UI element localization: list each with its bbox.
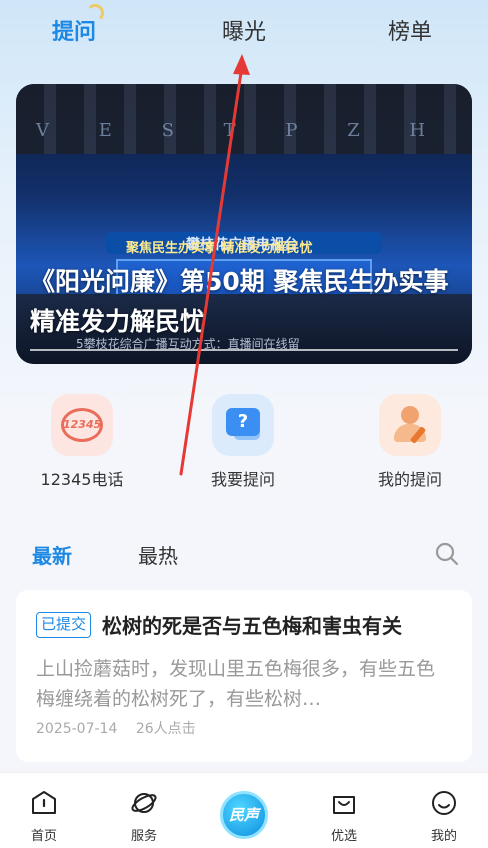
top-tab-bar: 提问 曝光 榜单 (0, 0, 488, 60)
stage-lights (16, 84, 472, 154)
tab-latest[interactable]: 最新 (32, 540, 72, 569)
question-meta: 2025-07-14 26人点击 (36, 718, 210, 738)
list-tab-bar: 最新 最热 (0, 536, 488, 576)
status-badge: 已提交 (36, 612, 92, 638)
shopping-bag-icon (333, 796, 355, 814)
quick-actions: 12345 12345电话 ? 我要提问 我的提问 (0, 394, 488, 494)
smile-face-icon (432, 791, 456, 815)
stage-screen-text: 聚焦民生办实事 精准发力解民忧 (126, 241, 313, 256)
sun-decoration-icon (86, 4, 104, 22)
action-ask-question[interactable]: ? 我要提问 (183, 394, 303, 490)
action-my-questions[interactable]: 我的提问 (350, 394, 470, 490)
nav-label: 服务 (130, 829, 157, 844)
nav-home[interactable]: 首页 (14, 789, 74, 844)
search-icon[interactable] (434, 541, 460, 567)
action-label: 12345电话 (40, 470, 124, 489)
user-edit-icon (379, 394, 441, 456)
banner-progress-line (30, 349, 458, 351)
bottom-nav: 首页 服务 民声 优选 我的 (0, 772, 488, 848)
question-clicks: 26人点击 (135, 721, 196, 737)
question-excerpt: 上山捡蘑菇时，发现山里五色梅很多，有些五色梅缠绕着的松树死了，有些松树… (36, 658, 436, 710)
phone-12345-icon: 12345 (51, 394, 113, 456)
home-icon (32, 791, 56, 814)
planet-icon (131, 793, 157, 813)
nav-service[interactable]: 服务 (114, 789, 174, 844)
nav-select[interactable]: 优选 (314, 789, 374, 844)
tab-expose[interactable]: 曝光 (222, 14, 266, 46)
question-date: 2025-07-14 (36, 721, 118, 737)
nav-label: 优选 (330, 829, 357, 844)
question-card[interactable]: 已提交 松树的死是否与五色梅和害虫有关 上山捡蘑菇时，发现山里五色梅很多，有些五… (16, 590, 472, 762)
banner-title[interactable]: 《阳光问廉》第50期 聚焦民生办实事 精准发力解民忧 (30, 262, 462, 342)
nav-label: 首页 (30, 829, 57, 844)
action-label: 我的提问 (377, 470, 442, 489)
nav-mine[interactable]: 我的 (414, 789, 474, 844)
action-12345-phone[interactable]: 12345 12345电话 (22, 394, 142, 490)
action-label: 我要提问 (210, 470, 275, 489)
stage-backdrop-letters: V E S T P Z H (36, 120, 448, 141)
tab-rank[interactable]: 榜单 (388, 14, 432, 46)
tab-hot[interactable]: 最热 (138, 540, 178, 569)
question-title[interactable]: 松树的死是否与五色梅和害虫有关 (102, 610, 402, 639)
minsheng-center-button[interactable]: 民声 (220, 791, 268, 839)
nav-label: 我的 (430, 829, 457, 844)
featured-banner[interactable]: V E S T P Z H 攀枝花广播电视台 聚焦民生办实事 精准发力解民忧 5… (16, 84, 472, 364)
question-chat-icon: ? (212, 394, 274, 456)
